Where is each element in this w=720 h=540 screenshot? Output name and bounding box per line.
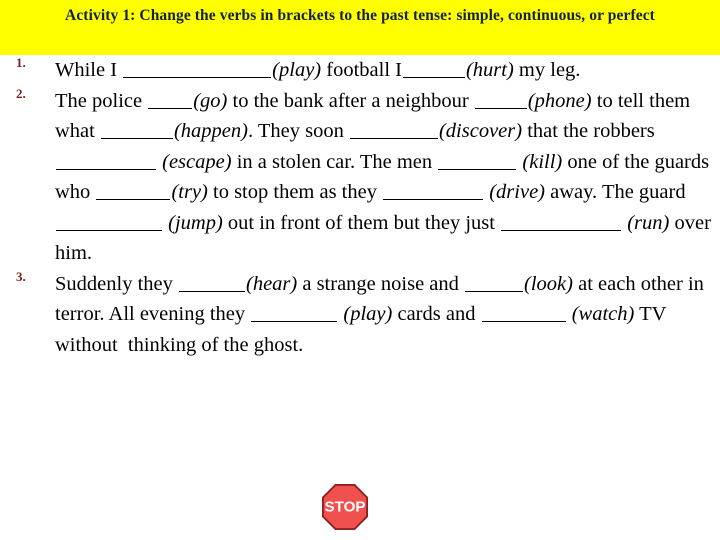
verb-cue: (go) (193, 89, 228, 112)
sentence-text: away. The guard (545, 181, 691, 203)
answer-blank[interactable] (349, 119, 438, 139)
verb-cue: (watch) (571, 303, 635, 325)
sentence-text: that the robbers (522, 120, 660, 142)
verb-cue: (escape) (162, 150, 232, 173)
sentence-text: to the bank after a neighbour (227, 89, 474, 112)
verb-cue: (phone) (527, 89, 592, 112)
answer-blank[interactable] (501, 211, 622, 231)
sentence-text: football I (321, 59, 402, 81)
answer-blank[interactable] (56, 150, 156, 170)
sentence-text: out in front of them but they just (222, 211, 501, 234)
verb-cue: (jump) (168, 211, 223, 234)
sentence-text: The police (55, 89, 148, 112)
list-item-text: Suddenly they (hear) a strange noise and… (55, 269, 712, 361)
sentence-text: in a stolen car. The men (231, 150, 438, 173)
verb-cue: (play) (343, 303, 393, 325)
answer-blank[interactable] (251, 302, 338, 322)
verb-cue: (run) (627, 211, 670, 234)
answer-blank[interactable] (96, 180, 171, 200)
verb-cue: (hurt) (465, 59, 514, 81)
list-item: 3. Suddenly they (hear) a strange noise a… (0, 269, 720, 361)
verb-cue: (try) (171, 181, 208, 203)
list-item: 1. While I (play) football I (hurt) my leg… (0, 55, 720, 86)
verb-cue: (play) (272, 59, 322, 81)
answer-blank[interactable] (481, 302, 566, 322)
sentence-text: to stop them as they (207, 181, 383, 203)
exercise-list: 1. While I (play) football I (hurt) my leg… (0, 55, 720, 465)
page-title: Activity 1: Change the verbs in brackets… (65, 7, 655, 24)
slide-canvas: Activity 1: Change the verbs in brackets… (0, 0, 720, 540)
verb-cue: (discover) (438, 120, 523, 142)
answer-blank[interactable] (56, 211, 162, 231)
answer-blank[interactable] (383, 180, 484, 200)
answer-blank[interactable] (100, 119, 173, 139)
answer-blank[interactable] (179, 272, 245, 292)
verb-cue: (drive) (489, 181, 546, 203)
sentence-text: a strange noise and (297, 272, 465, 295)
answer-blank[interactable] (465, 272, 524, 292)
sentence-text: my leg. (513, 59, 581, 81)
title-banner: Activity 1: Change the verbs in brackets… (0, 0, 720, 55)
answer-blank[interactable] (438, 150, 517, 170)
list-item-text: The police (go) to the bank after a neig… (55, 86, 712, 269)
verb-cue: (kill) (522, 150, 563, 173)
list-item-number: 1. (16, 55, 26, 70)
list-item-number: 2. (16, 85, 26, 101)
sentence-text: While I (55, 59, 123, 81)
verb-cue: (hear) (246, 272, 298, 295)
verb-cue: (look) (524, 272, 573, 295)
list-item-number: 3. (16, 268, 26, 284)
answer-blank[interactable] (474, 89, 527, 109)
sentence-text: cards and (392, 303, 481, 325)
answer-blank[interactable] (402, 58, 465, 78)
answer-blank[interactable] (148, 89, 193, 109)
sentence-text: . They soon (248, 120, 349, 142)
list-item-text: While I (play) football I (hurt) my leg. (55, 55, 712, 86)
list-item: 2. The police (go) to the bank after a ne… (0, 86, 720, 269)
sentence-text: Suddenly they (55, 272, 178, 295)
stop-sign-icon: STOP (322, 484, 368, 530)
verb-cue: (happen) (173, 120, 248, 142)
stop-sign-label: STOP (324, 499, 365, 516)
answer-blank[interactable] (123, 58, 272, 78)
